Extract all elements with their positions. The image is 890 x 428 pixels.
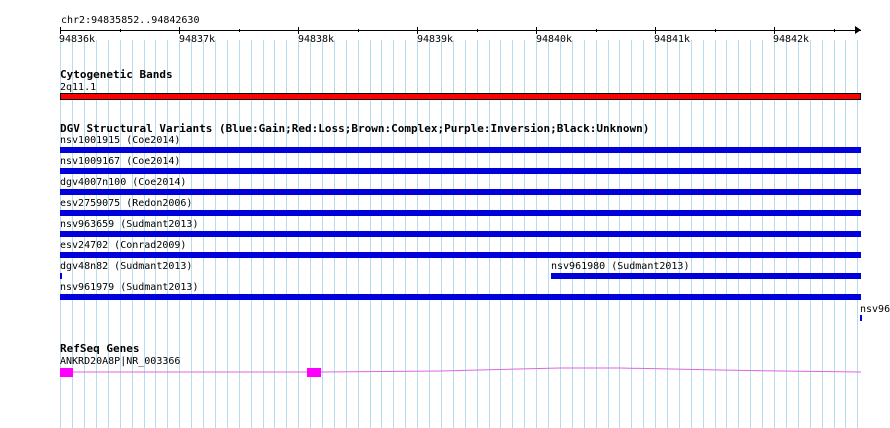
cytoband-bar[interactable]	[60, 93, 861, 100]
gene-model[interactable]	[0, 360, 890, 384]
genome-browser-view: chr2:94835852..94842630 94836k 94837k 94…	[0, 0, 890, 428]
variant-bar[interactable]	[60, 231, 861, 237]
variant-bar[interactable]	[60, 252, 861, 258]
tick-label: 94841k	[653, 34, 691, 45]
tick-label: 94838k	[297, 34, 335, 45]
feature-label: nsv1001915 (Coe2014)	[60, 135, 181, 146]
feature-label: nsv961980 (Sudmant2013)	[551, 261, 690, 272]
tick-label: 94839k	[416, 34, 454, 45]
exon-block	[60, 368, 73, 377]
variant-bar[interactable]	[60, 168, 861, 174]
variant-bar[interactable]	[60, 273, 62, 279]
tick-label: 94837k	[178, 34, 216, 45]
feature-label: dgv4007n100 (Coe2014)	[60, 177, 187, 188]
ruler-arrow-icon	[855, 26, 861, 34]
variant-bar[interactable]	[60, 210, 861, 216]
variant-bar[interactable]	[551, 273, 861, 279]
tick-label: 94840k	[535, 34, 573, 45]
variant-bar[interactable]	[860, 315, 862, 321]
track-title: DGV Structural Variants (Blue:Gain;Red:L…	[60, 122, 650, 135]
feature-label: dgv48n82 (Sudmant2013)	[60, 261, 193, 272]
variant-bar[interactable]	[60, 147, 861, 153]
feature-label: esv2759075 (Redon2006)	[60, 198, 193, 209]
intron-line	[72, 367, 862, 373]
tick-label: 94842k	[772, 34, 810, 45]
feature-label: nsv96	[860, 304, 890, 315]
tick-label: 94836k	[58, 34, 96, 45]
exon-block	[307, 368, 321, 377]
track-title: Cytogenetic Bands	[60, 68, 173, 81]
feature-label: esv24702 (Conrad2009)	[60, 240, 187, 251]
feature-label: nsv961979 (Sudmant2013)	[60, 282, 199, 293]
variant-bar[interactable]	[60, 294, 861, 300]
variant-bar[interactable]	[60, 189, 861, 195]
location-label: chr2:94835852..94842630	[61, 15, 200, 26]
track-title: RefSeq Genes	[60, 342, 140, 355]
ruler-axis	[60, 30, 861, 31]
feature-label: nsv1009167 (Coe2014)	[60, 156, 181, 167]
feature-label: nsv963659 (Sudmant2013)	[60, 219, 199, 230]
